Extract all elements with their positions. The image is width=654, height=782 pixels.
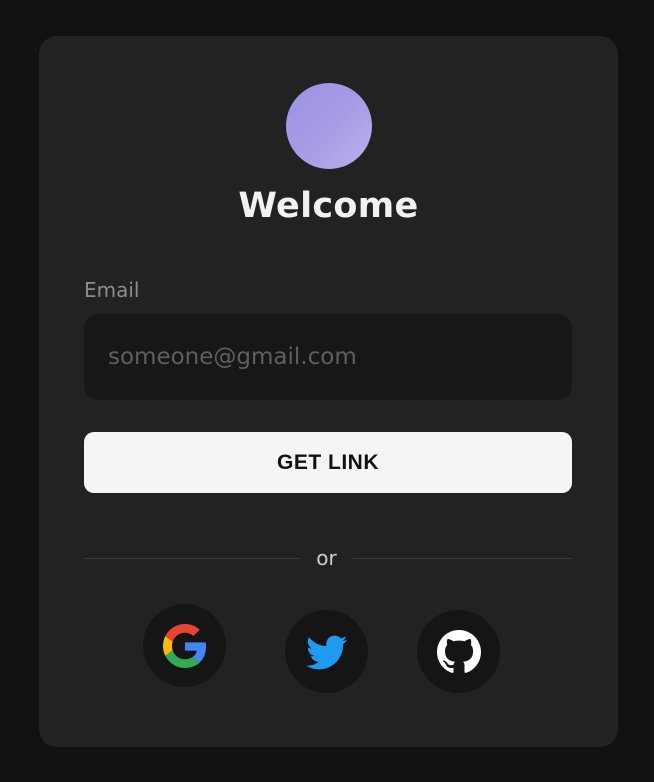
google-icon <box>162 623 206 668</box>
twitter-login-button[interactable] <box>285 610 368 693</box>
divider-line-right <box>353 558 572 559</box>
github-login-button[interactable] <box>417 610 500 693</box>
email-label: Email <box>84 278 140 302</box>
avatar <box>286 83 372 169</box>
google-login-button[interactable] <box>143 604 226 687</box>
github-icon <box>436 629 481 673</box>
divider-line-left <box>84 558 300 559</box>
page-title: Welcome <box>238 186 419 226</box>
divider-text: or <box>316 546 337 570</box>
email-field[interactable] <box>84 314 572 400</box>
twitter-icon <box>305 635 347 669</box>
login-card: Welcome Email GET LINK or <box>39 36 618 747</box>
get-link-button[interactable]: GET LINK <box>84 432 572 493</box>
